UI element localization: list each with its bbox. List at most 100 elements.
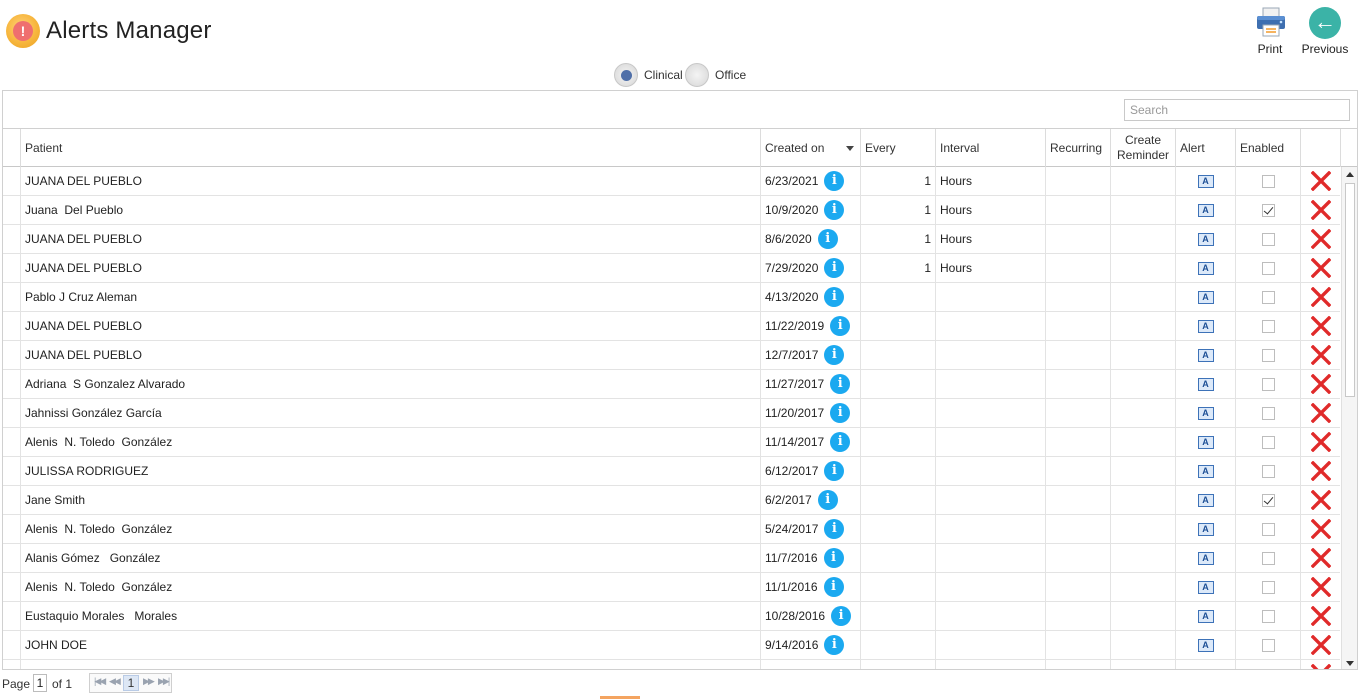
delete-x-icon[interactable] <box>1310 548 1331 568</box>
column-header-every[interactable]: Every <box>860 129 935 167</box>
info-icon[interactable]: i <box>830 316 851 336</box>
table-row[interactable]: JUANA DEL PUEBLO 8/6/2020 i 1 Hours A <box>3 225 1340 254</box>
enabled-checkbox[interactable] <box>1261 232 1275 246</box>
delete-x-icon[interactable] <box>1310 171 1331 191</box>
alert-text-icon[interactable]: A <box>1197 609 1214 623</box>
print-button[interactable]: Print <box>1242 4 1298 60</box>
column-header-interval[interactable]: Interval <box>935 129 1045 167</box>
delete-x-icon[interactable] <box>1310 403 1331 423</box>
delete-x-icon[interactable] <box>1310 287 1331 307</box>
scroll-down-icon[interactable] <box>1344 657 1356 669</box>
table-row[interactable]: JULISSA RODRIGUEZ 6/12/2017 i A <box>3 457 1340 486</box>
alert-text-icon[interactable]: A <box>1197 232 1214 246</box>
enabled-checkbox[interactable] <box>1261 203 1275 217</box>
info-icon[interactable]: i <box>817 490 838 510</box>
table-row[interactable] <box>3 660 1340 669</box>
enabled-checkbox[interactable] <box>1261 377 1275 391</box>
table-row[interactable]: Eustaquio Morales Morales 10/28/2016 i A <box>3 602 1340 631</box>
info-icon[interactable]: i <box>830 432 851 452</box>
alert-text-icon[interactable]: A <box>1197 522 1214 536</box>
column-header-create-reminder[interactable]: Create Reminder <box>1110 129 1175 167</box>
previous-button[interactable]: ← Previous <box>1297 4 1353 60</box>
prev-page-icon[interactable]: ◀◀ <box>109 676 121 687</box>
enabled-checkbox[interactable] <box>1261 638 1275 652</box>
table-row[interactable]: Alenis N. Toledo González 5/24/2017 i A <box>3 515 1340 544</box>
info-icon[interactable]: i <box>831 606 852 626</box>
table-row[interactable]: Jane Smith 6/2/2017 i A <box>3 486 1340 515</box>
last-page-icon[interactable]: ▶▶| <box>158 676 170 687</box>
table-row[interactable]: Alenis N. Toledo González 11/14/2017 i A <box>3 428 1340 457</box>
delete-x-icon[interactable] <box>1310 577 1331 597</box>
enabled-checkbox[interactable] <box>1261 290 1275 304</box>
alert-text-icon[interactable]: A <box>1197 638 1214 652</box>
scrollbar-thumb[interactable] <box>1345 183 1355 397</box>
enabled-checkbox[interactable] <box>1261 464 1275 478</box>
delete-x-icon[interactable] <box>1310 432 1331 452</box>
alert-text-icon[interactable]: A <box>1197 464 1214 478</box>
current-page-button[interactable]: 1 <box>123 675 139 691</box>
table-row[interactable]: JUANA DEL PUEBLO 7/29/2020 i 1 Hours A <box>3 254 1340 283</box>
vertical-scrollbar[interactable] <box>1341 167 1357 669</box>
table-row[interactable]: Alenis N. Toledo González 11/1/2016 i A <box>3 573 1340 602</box>
table-row[interactable]: Juana Del Pueblo 10/9/2020 i 1 Hours A <box>3 196 1340 225</box>
table-row[interactable]: JUANA DEL PUEBLO 6/23/2021 i 1 Hours A <box>3 167 1340 196</box>
alert-text-icon[interactable]: A <box>1197 319 1214 333</box>
column-header-created-on[interactable]: Created on <box>760 129 860 167</box>
table-row[interactable]: Alanis Gómez González 11/7/2016 i A <box>3 544 1340 573</box>
scroll-up-icon[interactable] <box>1344 169 1356 181</box>
enabled-checkbox[interactable] <box>1261 580 1275 594</box>
delete-x-icon[interactable] <box>1310 374 1331 394</box>
alert-text-icon[interactable]: A <box>1197 435 1214 449</box>
enabled-checkbox[interactable] <box>1261 319 1275 333</box>
info-icon[interactable]: i <box>830 403 851 423</box>
info-icon[interactable]: i <box>824 258 845 278</box>
enabled-checkbox[interactable] <box>1261 174 1275 188</box>
delete-x-icon[interactable] <box>1310 316 1331 336</box>
enabled-checkbox[interactable] <box>1261 261 1275 275</box>
alert-text-icon[interactable]: A <box>1197 174 1214 188</box>
delete-x-icon[interactable] <box>1310 258 1331 278</box>
first-page-icon[interactable]: |◀◀ <box>94 676 106 687</box>
alert-text-icon[interactable]: A <box>1197 406 1214 420</box>
info-icon[interactable]: i <box>824 635 845 655</box>
info-icon[interactable]: i <box>824 200 845 220</box>
column-header-patient[interactable]: Patient <box>20 129 760 167</box>
alert-text-icon[interactable]: A <box>1197 580 1214 594</box>
delete-x-icon[interactable] <box>1310 490 1331 510</box>
info-icon[interactable]: i <box>824 345 845 365</box>
alert-text-icon[interactable]: A <box>1197 203 1214 217</box>
enabled-checkbox[interactable] <box>1261 551 1275 565</box>
next-page-icon[interactable]: ▶▶ <box>143 676 155 687</box>
info-icon[interactable]: i <box>824 171 845 191</box>
page-number-input[interactable]: 1 <box>33 674 47 692</box>
table-row[interactable]: JOHN DOE 9/14/2016 i A <box>3 631 1340 660</box>
alert-text-icon[interactable]: A <box>1197 493 1214 507</box>
alert-text-icon[interactable]: A <box>1197 377 1214 391</box>
info-icon[interactable]: i <box>824 461 845 481</box>
delete-x-icon[interactable] <box>1310 635 1331 655</box>
enabled-checkbox[interactable] <box>1261 435 1275 449</box>
alert-text-icon[interactable]: A <box>1197 261 1214 275</box>
alert-text-icon[interactable]: A <box>1197 290 1214 304</box>
column-header-alert[interactable]: Alert <box>1175 129 1235 167</box>
table-row[interactable]: JUANA DEL PUEBLO 12/7/2017 i A <box>3 341 1340 370</box>
column-header-recurring[interactable]: Recurring <box>1045 129 1110 167</box>
info-icon[interactable]: i <box>824 519 845 539</box>
info-icon[interactable]: i <box>817 229 838 249</box>
enabled-checkbox[interactable] <box>1261 348 1275 362</box>
info-icon[interactable]: i <box>823 548 844 568</box>
enabled-checkbox[interactable] <box>1261 522 1275 536</box>
info-icon[interactable]: i <box>830 374 851 394</box>
delete-x-icon[interactable] <box>1310 606 1331 626</box>
search-input[interactable] <box>1124 99 1350 121</box>
info-icon[interactable]: i <box>824 287 845 307</box>
table-row[interactable]: Pablo J Cruz Aleman 4/13/2020 i A <box>3 283 1340 312</box>
enabled-checkbox[interactable] <box>1261 406 1275 420</box>
delete-x-icon[interactable] <box>1310 345 1331 365</box>
info-icon[interactable]: i <box>823 577 844 597</box>
delete-x-icon[interactable] <box>1310 519 1331 539</box>
column-header-enabled[interactable]: Enabled <box>1235 129 1300 167</box>
table-row[interactable]: Adriana S Gonzalez Alvarado 11/27/2017 i A <box>3 370 1340 399</box>
table-row[interactable]: JUANA DEL PUEBLO 11/22/2019 i A <box>3 312 1340 341</box>
enabled-checkbox[interactable] <box>1261 609 1275 623</box>
